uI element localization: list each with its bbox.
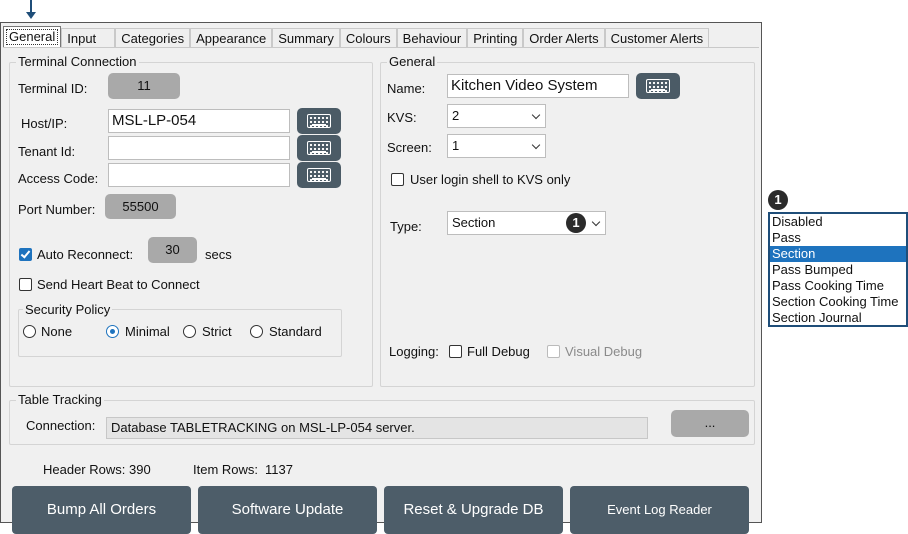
tab-order-alerts[interactable]: Order Alerts bbox=[523, 28, 605, 48]
event-log-reader-button[interactable]: Event Log Reader bbox=[570, 486, 749, 534]
terminal-connection-group: Terminal Connection Terminal ID: 11 Host… bbox=[9, 54, 373, 387]
full-debug-label: Full Debug bbox=[467, 344, 530, 359]
host-label: Host/IP: bbox=[21, 116, 68, 131]
tenant-label: Tenant Id: bbox=[18, 144, 76, 159]
terminal-id-label: Terminal ID: bbox=[18, 81, 88, 96]
visual-debug-checkbox[interactable] bbox=[547, 345, 560, 358]
security-minimal-label: Minimal bbox=[125, 324, 170, 339]
reset-upgrade-db-button[interactable]: Reset & Upgrade DB bbox=[384, 486, 563, 534]
tab-summary[interactable]: Summary bbox=[272, 28, 340, 48]
type-option-section-cooking-time[interactable]: Section Cooking Time bbox=[770, 294, 906, 310]
tenant-input[interactable] bbox=[108, 136, 290, 160]
auto-reconnect-unit: secs bbox=[205, 247, 232, 262]
dropdown-callout-badge: 1 bbox=[768, 190, 788, 210]
security-standard-label: Standard bbox=[269, 324, 322, 339]
type-option-pass-cooking-time[interactable]: Pass Cooking Time bbox=[770, 278, 906, 294]
tab-input[interactable]: Input bbox=[61, 28, 116, 48]
tab-strip: General Input Categories Appearance Summ… bbox=[3, 26, 710, 48]
security-none-label: None bbox=[41, 324, 73, 339]
connection-label: Connection: bbox=[26, 418, 96, 433]
visual-debug-label: Visual Debug bbox=[565, 344, 643, 359]
settings-window: General Input Categories Appearance Summ… bbox=[0, 22, 762, 534]
name-keyboard-button[interactable] bbox=[636, 73, 680, 99]
type-option-pass[interactable]: Pass bbox=[770, 230, 906, 246]
software-update-button[interactable]: Software Update bbox=[198, 486, 377, 534]
name-input[interactable]: Kitchen Video System bbox=[447, 74, 629, 98]
bump-all-orders-button[interactable]: Bump All Orders bbox=[12, 486, 191, 534]
connection-value: Database TABLETRACKING on MSL-LP-054 ser… bbox=[106, 417, 648, 439]
general-group: General Name: Kitchen Video System KVS: … bbox=[380, 54, 755, 387]
port-number-value: 55500 bbox=[105, 194, 176, 219]
tenant-keyboard-button[interactable] bbox=[297, 135, 341, 161]
tab-behaviour[interactable]: Behaviour bbox=[396, 28, 468, 48]
type-option-disabled[interactable]: Disabled bbox=[770, 214, 906, 230]
security-strict-radio[interactable] bbox=[183, 325, 196, 338]
security-none-radio[interactable] bbox=[23, 325, 36, 338]
chevron-down-icon bbox=[531, 110, 541, 120]
header-rows-label: Header Rows: bbox=[43, 462, 126, 477]
full-debug-checkbox[interactable] bbox=[449, 345, 462, 358]
tab-categories[interactable]: Categories bbox=[115, 28, 191, 48]
tab-appearance[interactable]: Appearance bbox=[190, 28, 273, 48]
login-shell-checkbox[interactable] bbox=[391, 173, 404, 186]
type-callout-badge: 1 bbox=[566, 213, 586, 233]
item-rows-value: 1137 bbox=[265, 462, 293, 477]
type-dropdown-list: Disabled Pass Section Pass Bumped Pass C… bbox=[768, 212, 908, 327]
screen-label: Screen: bbox=[387, 140, 432, 155]
tab-general[interactable]: General bbox=[3, 26, 62, 48]
terminal-connection-title: Terminal Connection bbox=[16, 54, 139, 69]
access-code-label: Access Code: bbox=[18, 171, 99, 186]
kvs-label: KVS: bbox=[387, 110, 417, 125]
kvs-select-value: 2 bbox=[452, 108, 460, 123]
item-rows-label: Item Rows: bbox=[193, 462, 259, 477]
name-label: Name: bbox=[387, 81, 426, 96]
port-number-label: Port Number: bbox=[18, 202, 96, 217]
tab-content-general: Terminal Connection Terminal ID: 11 Host… bbox=[3, 47, 759, 534]
connection-browse-button[interactable]: ... bbox=[671, 410, 749, 437]
pointer-arrow-icon bbox=[26, 12, 36, 19]
terminal-id-value: 11 bbox=[108, 73, 180, 99]
security-standard-radio[interactable] bbox=[250, 325, 263, 338]
type-select-value: Section bbox=[452, 215, 496, 230]
auto-reconnect-checkbox[interactable] bbox=[19, 248, 32, 261]
tab-colours[interactable]: Colours bbox=[339, 28, 397, 48]
type-label: Type: bbox=[390, 219, 422, 234]
tab-customer-alerts[interactable]: Customer Alerts bbox=[604, 28, 710, 48]
security-strict-label: Strict bbox=[202, 324, 232, 339]
chevron-down-icon bbox=[591, 217, 601, 227]
screen-select[interactable]: 1 bbox=[447, 134, 546, 158]
table-tracking-group: Table Tracking Connection: Database TABL… bbox=[9, 392, 755, 445]
header-rows-value: 390 bbox=[129, 462, 151, 477]
type-option-section[interactable]: Section bbox=[770, 246, 906, 262]
security-policy-group: Security Policy None Minimal Strict Stan… bbox=[18, 302, 342, 357]
kvs-select[interactable]: 2 bbox=[447, 104, 546, 128]
type-option-section-journal[interactable]: Section Journal bbox=[770, 310, 906, 326]
security-policy-title: Security Policy bbox=[23, 302, 113, 317]
auto-reconnect-seconds[interactable]: 30 bbox=[148, 237, 197, 263]
logging-label: Logging: bbox=[389, 344, 439, 359]
type-option-pass-bumped[interactable]: Pass Bumped bbox=[770, 262, 906, 278]
host-input[interactable]: MSL-LP-054 bbox=[108, 109, 290, 133]
host-keyboard-button[interactable] bbox=[297, 108, 341, 134]
heartbeat-checkbox[interactable] bbox=[19, 278, 32, 291]
table-tracking-title: Table Tracking bbox=[16, 392, 104, 407]
security-minimal-radio[interactable] bbox=[106, 325, 119, 338]
chevron-down-icon bbox=[531, 140, 541, 150]
general-title: General bbox=[387, 54, 438, 69]
screen-select-value: 1 bbox=[452, 138, 460, 153]
login-shell-label: User login shell to KVS only bbox=[410, 172, 571, 187]
tab-printing[interactable]: Printing bbox=[467, 28, 524, 48]
auto-reconnect-label: Auto Reconnect: bbox=[37, 247, 134, 262]
heartbeat-label: Send Heart Beat to Connect bbox=[37, 277, 200, 292]
access-code-input[interactable] bbox=[108, 163, 290, 187]
access-code-keyboard-button[interactable] bbox=[297, 162, 341, 188]
